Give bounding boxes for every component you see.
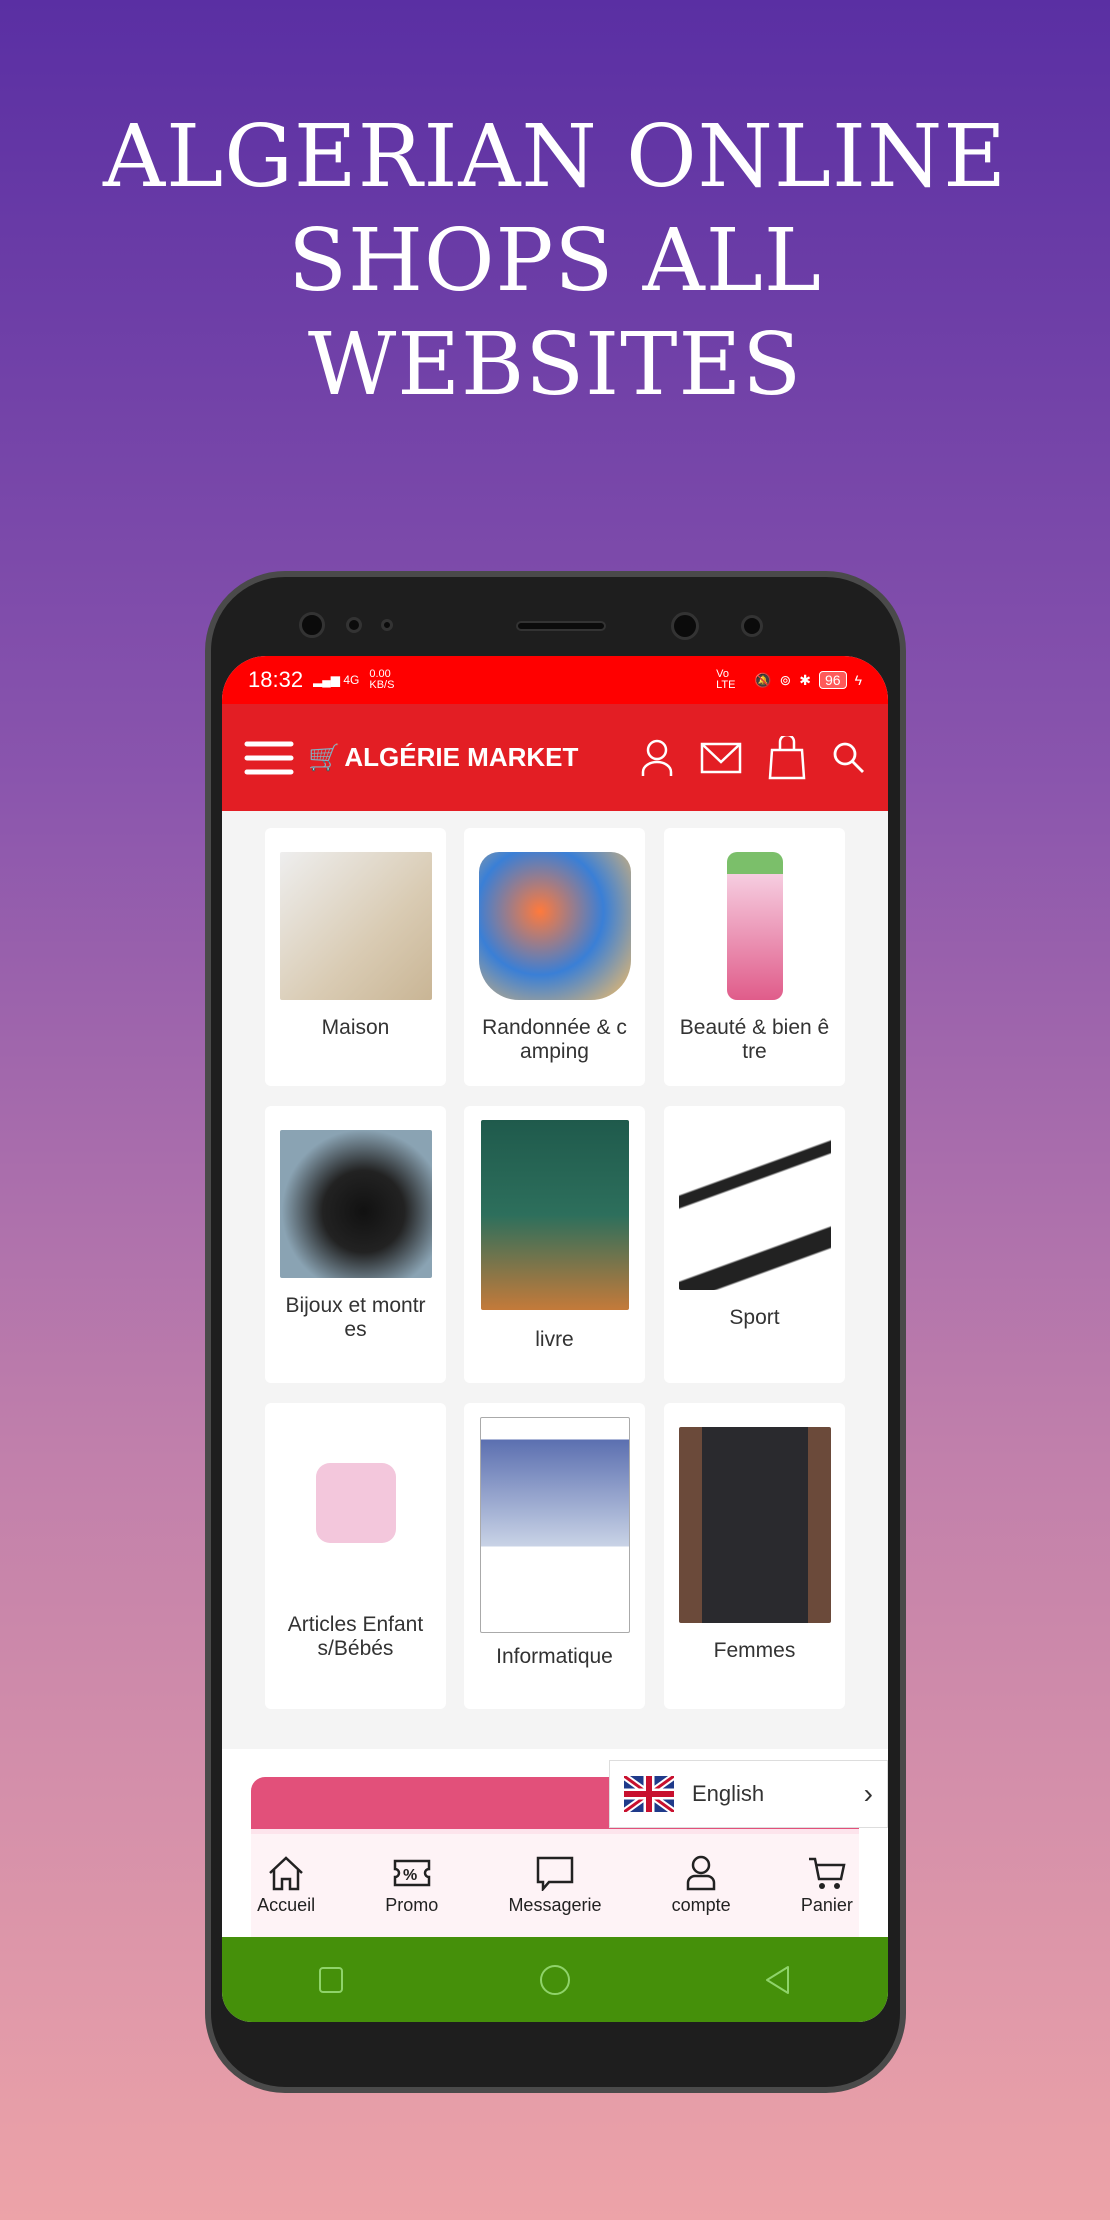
system-nav-bar xyxy=(222,1937,888,2022)
signal-icon: ▂▄▆ 4G xyxy=(313,673,360,687)
category-image xyxy=(279,1130,432,1278)
category-card[interactable]: Articles Enfant s/Bébés xyxy=(265,1403,446,1709)
svg-text:%: % xyxy=(403,1867,417,1884)
sensor-icon xyxy=(381,619,393,631)
bluetooth-icon: ✱ xyxy=(799,671,811,688)
uk-flag-icon xyxy=(624,1776,674,1812)
category-label: Maison xyxy=(321,1016,390,1039)
category-label: Articles Enfant s/Bébés xyxy=(287,1613,424,1660)
nav-compte[interactable]: compte xyxy=(672,1855,731,1916)
user-icon[interactable] xyxy=(640,738,674,778)
category-image xyxy=(478,852,631,1000)
category-label: Informatique xyxy=(496,1645,613,1668)
lock-rotation-icon: ⊚ xyxy=(779,671,792,688)
category-card[interactable]: Sport xyxy=(664,1106,845,1383)
cart-icon xyxy=(808,1857,846,1889)
category-label: Femmes xyxy=(713,1639,796,1662)
brand-logo[interactable]: 🛒 ALGÉRIE MARKET xyxy=(308,742,640,773)
volte-icon: Vo LTE xyxy=(716,668,736,691)
category-label: Beauté & bien ê tre xyxy=(679,1016,830,1063)
category-label: Bijoux et montr es xyxy=(285,1294,426,1341)
category-label: livre xyxy=(535,1328,574,1351)
headline-line: SHOPS ALL xyxy=(288,211,822,311)
promo-headline: ALGERIAN ONLINE SHOPS ALL WEBSITES xyxy=(0,105,1110,417)
bottom-nav: Accueil % Promo Messagerie compte Panier xyxy=(222,1834,888,1937)
recents-button[interactable] xyxy=(317,1965,347,1995)
category-card[interactable]: Maison xyxy=(265,828,446,1086)
shopping-bag-icon[interactable] xyxy=(768,735,806,780)
category-label: Randonnée & c amping xyxy=(482,1016,627,1063)
sensor-icon xyxy=(741,615,763,637)
category-image xyxy=(678,1130,831,1290)
app-bar: 🛒 ALGÉRIE MARKET xyxy=(222,704,888,811)
headline-line: WEBSITES xyxy=(307,315,803,415)
chevron-right-icon: › xyxy=(863,1778,873,1809)
category-image xyxy=(479,1417,630,1633)
ticket-percent-icon: % xyxy=(393,1859,431,1887)
menu-icon[interactable] xyxy=(244,740,294,776)
home-icon xyxy=(269,1856,303,1891)
nav-panier[interactable]: Panier xyxy=(801,1855,853,1916)
speed-readout: 0.00 KB/S xyxy=(369,668,395,691)
camera-icon xyxy=(671,612,699,640)
status-time: 18:32 xyxy=(248,667,304,692)
search-icon[interactable] xyxy=(832,741,866,775)
category-image xyxy=(678,1427,831,1623)
category-card[interactable]: Bijoux et montr es xyxy=(265,1106,446,1383)
category-card[interactable]: Randonnée & c amping xyxy=(464,828,645,1086)
category-card[interactable]: Informatique xyxy=(464,1403,645,1709)
chat-icon xyxy=(536,1856,574,1891)
vibrate-icon: 🔕 xyxy=(754,671,772,688)
speaker xyxy=(516,621,606,631)
battery-icon: 96 xyxy=(819,671,847,689)
category-card[interactable]: Beauté & bien ê tre xyxy=(664,828,845,1086)
back-button[interactable] xyxy=(763,1964,793,1996)
category-image xyxy=(726,852,783,1000)
phone-screen: 18:32 ▂▄▆ 4G 0.00 KB/S Vo LTE 🔕 ⊚ ✱ 96 ϟ … xyxy=(222,656,888,2022)
category-label: Sport xyxy=(729,1306,780,1329)
camera-icon xyxy=(299,612,325,638)
nav-promo[interactable]: % Promo xyxy=(385,1855,438,1916)
category-card[interactable]: Femmes xyxy=(664,1403,845,1709)
user-icon xyxy=(686,1855,716,1891)
nav-messagerie[interactable]: Messagerie xyxy=(508,1855,601,1916)
category-image xyxy=(279,852,432,1000)
language-label: English xyxy=(692,1781,765,1806)
category-image xyxy=(315,1463,396,1543)
home-button[interactable] xyxy=(538,1963,572,1997)
sensor-icon xyxy=(346,617,362,633)
status-bar: 18:32 ▂▄▆ 4G 0.00 KB/S Vo LTE 🔕 ⊚ ✱ 96 ϟ xyxy=(222,656,888,704)
language-selector[interactable]: English › xyxy=(609,1760,888,1828)
mail-icon[interactable] xyxy=(700,742,742,774)
cart-logo-icon: 🛒 xyxy=(308,742,341,772)
category-image xyxy=(480,1120,629,1310)
category-card[interactable]: livre xyxy=(464,1106,645,1383)
headline-line: ALGERIAN ONLINE xyxy=(103,107,1007,207)
nav-accueil[interactable]: Accueil xyxy=(257,1855,315,1916)
charging-icon: ϟ xyxy=(854,672,862,688)
promo-section: English › Accueil % Promo Messagerie comp… xyxy=(222,1749,888,1937)
